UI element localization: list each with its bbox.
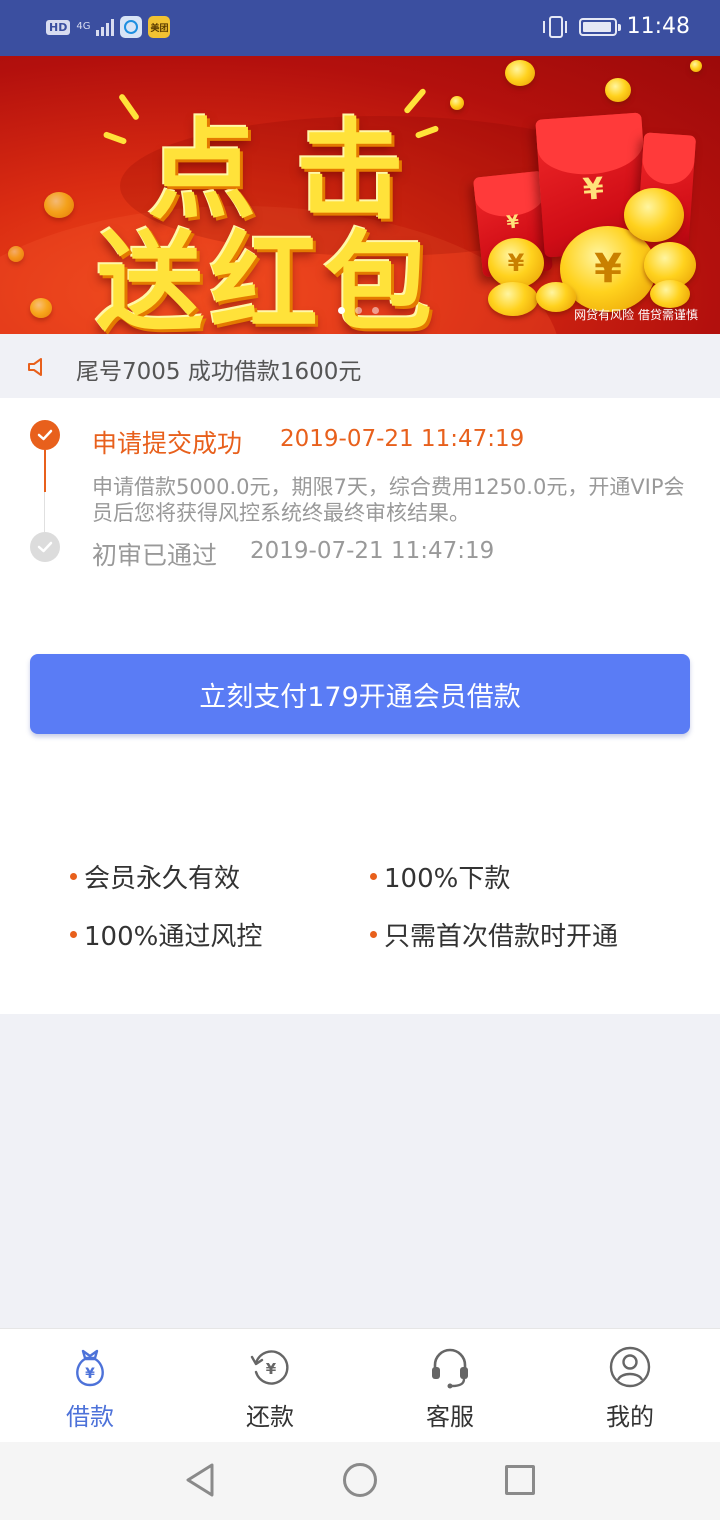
step-time: 2019-07-21 11:47:19 bbox=[280, 426, 525, 452]
status-time: 11:48 bbox=[626, 14, 690, 39]
tab-customer-service[interactable]: 客服 bbox=[360, 1329, 540, 1443]
coin-decoration bbox=[650, 280, 690, 308]
coin-decoration bbox=[450, 96, 464, 110]
coin-decoration bbox=[8, 246, 24, 262]
status-left: HD 4G 美团 bbox=[46, 16, 171, 38]
notice-text: 尾号7005 成功借款1600元 bbox=[76, 359, 362, 385]
svg-text:¥: ¥ bbox=[266, 1360, 277, 1378]
home-icon[interactable] bbox=[343, 1463, 377, 1497]
tab-mine[interactable]: 我的 bbox=[540, 1329, 720, 1443]
coin-decoration bbox=[605, 78, 631, 102]
money-bag-icon: ¥ bbox=[76, 1349, 104, 1387]
coin-decoration: ¥ bbox=[488, 238, 544, 288]
tab-label: 客服 bbox=[426, 1403, 474, 1431]
bottom-tab-bar: ¥ 借款 ¥ 还款 客服 我的 bbox=[0, 1328, 720, 1442]
spark-decoration bbox=[102, 131, 128, 145]
coin-decoration bbox=[488, 282, 538, 316]
speaker-icon bbox=[28, 358, 42, 376]
svg-text:¥: ¥ bbox=[85, 1366, 95, 1382]
vibrate-icon bbox=[542, 15, 567, 38]
banner-pagination bbox=[338, 307, 379, 314]
loan-status-card: 申请提交成功 2019-07-21 11:47:19 申请借款5000.0元，期… bbox=[0, 398, 720, 1014]
step-title: 申请提交成功 bbox=[92, 429, 243, 458]
headset-icon bbox=[432, 1348, 468, 1389]
app-notification-icon bbox=[120, 16, 143, 38]
user-icon bbox=[609, 1346, 651, 1388]
system-navigation-bar bbox=[0, 1442, 720, 1520]
tab-borrow[interactable]: ¥ 借款 bbox=[0, 1329, 180, 1443]
coin-decoration bbox=[30, 298, 52, 318]
repay-icon: ¥ bbox=[250, 1350, 289, 1385]
network-type: 4G bbox=[76, 21, 91, 32]
pagination-dot bbox=[372, 307, 379, 314]
feature-item: 100%下款 bbox=[370, 858, 510, 895]
coin-decoration bbox=[690, 60, 702, 72]
pagination-dot bbox=[338, 307, 345, 314]
step-title: 初审已通过 bbox=[92, 541, 218, 570]
meituan-notification-icon: 美团 bbox=[148, 16, 171, 38]
notice-bar: 尾号7005 成功借款1600元 bbox=[0, 334, 720, 398]
status-bar: HD 4G 美团 11:48 bbox=[0, 0, 720, 56]
banner-headline-line2: 送红包 bbox=[96, 221, 439, 334]
battery-icon bbox=[578, 17, 621, 36]
promo-banner[interactable]: ¥ ¥ ¥ ¥ 点击 送红包 网贷有风险 借贷需谨慎 bbox=[0, 56, 720, 334]
recent-apps-icon[interactable] bbox=[505, 1465, 535, 1495]
tab-label: 我的 bbox=[606, 1403, 654, 1431]
status-right: 11:48 bbox=[542, 14, 690, 39]
coin-decoration bbox=[505, 60, 535, 86]
pagination-dot bbox=[355, 307, 362, 314]
step-pending-check-icon bbox=[30, 532, 60, 562]
banner-disclaimer: 网贷有风险 借贷需谨慎 bbox=[574, 308, 698, 322]
hd-badge: HD bbox=[46, 19, 71, 35]
feature-item: 会员永久有效 bbox=[70, 858, 240, 895]
step-time: 2019-07-21 11:47:19 bbox=[250, 538, 495, 564]
feature-item: 只需首次借款时开通 bbox=[370, 916, 618, 953]
coin-decoration bbox=[44, 192, 74, 218]
tab-repay[interactable]: ¥ 还款 bbox=[180, 1329, 360, 1443]
signal-icon bbox=[96, 18, 115, 36]
spark-decoration bbox=[117, 92, 141, 122]
step-description: 申请借款5000.0元，期限7天，综合费用1250.0元，开通VIP会员后您将获… bbox=[92, 475, 685, 525]
coin-decoration bbox=[624, 188, 684, 242]
tab-label: 还款 bbox=[246, 1403, 294, 1431]
pay-membership-button[interactable]: 立刻支付179开通会员借款 bbox=[30, 654, 690, 734]
feature-item: 100%通过风控 bbox=[70, 916, 262, 953]
step-done-check-icon bbox=[30, 420, 60, 450]
tab-label: 借款 bbox=[66, 1403, 114, 1431]
back-icon[interactable] bbox=[184, 1462, 216, 1498]
coin-decoration bbox=[536, 282, 576, 312]
